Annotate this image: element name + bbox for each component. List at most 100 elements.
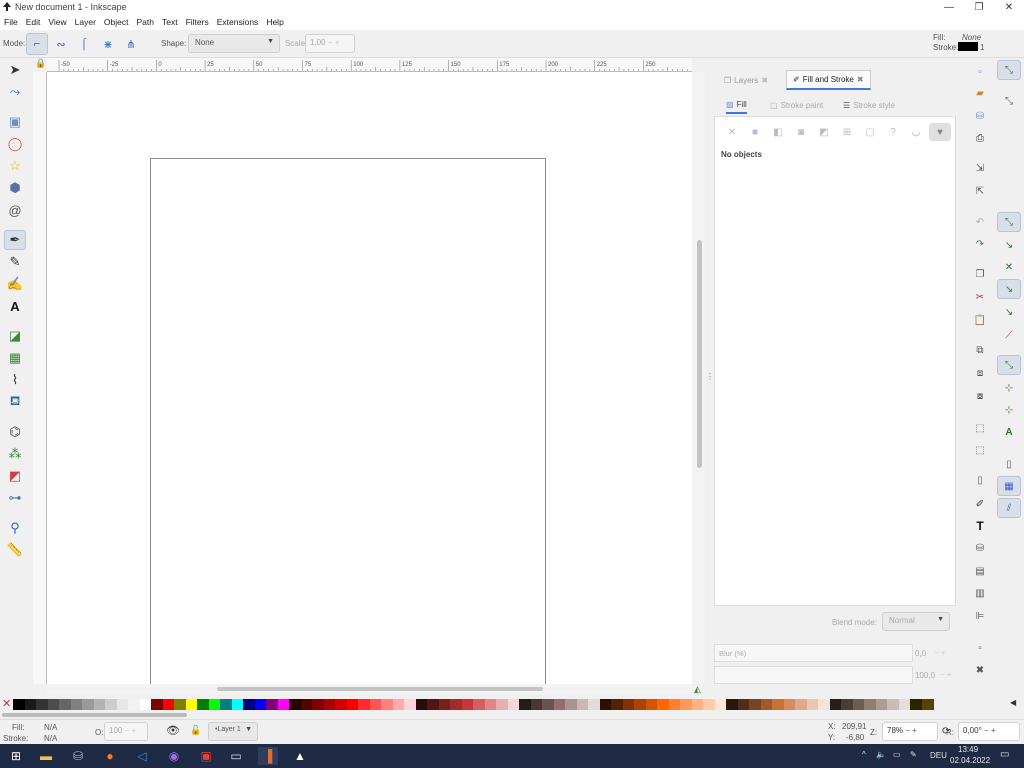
- taskbar-app-6[interactable]: ▣: [196, 747, 216, 765]
- color-swatch[interactable]: [461, 699, 474, 710]
- layers-button[interactable]: ⛁: [972, 540, 988, 556]
- menu-file[interactable]: File: [0, 15, 22, 30]
- dropper-tool[interactable]: ⌇: [4, 370, 26, 390]
- color-swatch[interactable]: [898, 699, 911, 710]
- cut-button[interactable]: ✂: [972, 289, 988, 305]
- volume-icon[interactable]: 🔈: [876, 750, 886, 759]
- text-font-button[interactable]: T: [972, 518, 988, 534]
- duplicate-button[interactable]: ⧉: [972, 342, 988, 358]
- document-properties-button[interactable]: ▥: [972, 585, 988, 601]
- color-swatch[interactable]: [680, 699, 692, 710]
- flat-color-button[interactable]: ■: [746, 123, 764, 141]
- tray-overflow-icon[interactable]: ^: [862, 750, 866, 759]
- spiro-mode-button[interactable]: ∾: [50, 33, 72, 55]
- color-swatch[interactable]: [392, 699, 405, 710]
- close-button[interactable]: ✕: [994, 0, 1024, 15]
- subtab-stroke-style[interactable]: ☰ Stroke style: [843, 96, 895, 114]
- rotate-input[interactable]: 0,00° − +: [958, 722, 1020, 741]
- color-swatch[interactable]: [438, 699, 451, 710]
- drawing-canvas[interactable]: [47, 72, 692, 684]
- zoom-tool[interactable]: ⚲: [4, 518, 26, 538]
- color-swatch[interactable]: [634, 699, 646, 710]
- color-swatch[interactable]: [806, 699, 819, 710]
- pattern-button[interactable]: ⊞: [838, 123, 856, 141]
- clone-button[interactable]: ⧈: [972, 365, 988, 381]
- color-swatch[interactable]: [185, 699, 198, 710]
- color-swatch[interactable]: [507, 699, 520, 710]
- color-swatch[interactable]: [726, 699, 738, 710]
- connector-tool[interactable]: ⊶: [4, 488, 26, 508]
- opacity-slider[interactable]: [714, 666, 913, 684]
- open-button[interactable]: ▰: [972, 85, 988, 101]
- undo-button[interactable]: ↶: [972, 214, 988, 230]
- color-swatch[interactable]: [151, 699, 163, 710]
- scale-input[interactable]: 1,00 − +: [305, 34, 355, 53]
- network-icon[interactable]: ▭: [893, 750, 901, 759]
- color-swatch[interactable]: [24, 699, 37, 710]
- color-swatch[interactable]: [599, 699, 612, 710]
- clock-date[interactable]: 02.04.2022: [950, 756, 990, 765]
- color-swatch[interactable]: [910, 699, 922, 710]
- menu-filters[interactable]: Filters: [182, 15, 213, 30]
- color-swatch[interactable]: [852, 699, 865, 710]
- snap-cusp-toggle[interactable]: ↘: [997, 279, 1021, 299]
- text-tool[interactable]: A: [4, 296, 26, 316]
- snap-intersections-toggle[interactable]: ✕: [997, 257, 1021, 277]
- menu-path[interactable]: Path: [132, 15, 158, 30]
- bezier-mode-button[interactable]: ⌐: [26, 33, 48, 55]
- node-tool[interactable]: ⤳: [4, 82, 26, 102]
- status-opacity-input[interactable]: 100 − +: [104, 722, 148, 741]
- paste-button[interactable]: 📋: [972, 312, 988, 328]
- gradient-tool[interactable]: ◪: [4, 326, 26, 346]
- pen-tool[interactable]: ✒: [4, 230, 26, 250]
- zigzag-mode-button[interactable]: ⋇: [97, 33, 119, 55]
- print-preview-button[interactable]: ▫: [972, 640, 988, 656]
- subtab-fill[interactable]: ▨ Fill: [726, 96, 747, 114]
- no-paint-button[interactable]: ✕: [723, 123, 741, 141]
- minimize-button[interactable]: —: [934, 0, 964, 15]
- close-icon[interactable]: ✖: [761, 76, 768, 85]
- horizontal-scrollbar[interactable]: [47, 684, 692, 694]
- color-swatch[interactable]: [346, 699, 359, 710]
- color-swatch[interactable]: [887, 699, 899, 710]
- taskbar-inkscape[interactable]: ▲: [290, 747, 310, 765]
- color-swatch[interactable]: [519, 699, 531, 710]
- color-swatch[interactable]: [415, 699, 428, 710]
- color-swatch[interactable]: [197, 699, 209, 710]
- taskbar-file-explorer[interactable]: ▬: [36, 747, 56, 765]
- color-swatch[interactable]: [174, 699, 186, 710]
- color-swatch[interactable]: [588, 699, 600, 710]
- menu-object[interactable]: Object: [100, 15, 133, 30]
- menu-edit[interactable]: Edit: [22, 15, 45, 30]
- edit-fill-stroke-button[interactable]: ✐: [972, 496, 988, 512]
- palette-scrollbar[interactable]: [0, 711, 1024, 719]
- current-layer-select[interactable]: •Layer 1 ▼: [208, 722, 258, 741]
- taskbar-app-8[interactable]: ▐: [258, 747, 278, 765]
- color-swatch[interactable]: [59, 699, 71, 710]
- pencil-tool[interactable]: ✎: [4, 252, 26, 272]
- notifications-icon[interactable]: ▭: [1000, 749, 1009, 760]
- snap-text-baseline-toggle[interactable]: A: [997, 422, 1021, 442]
- objects-button[interactable]: ▤: [972, 563, 988, 579]
- subtab-stroke-paint[interactable]: ▢ Stroke paint: [770, 96, 823, 114]
- color-swatch[interactable]: [70, 699, 83, 710]
- close-icon[interactable]: ✖: [857, 75, 864, 84]
- color-swatch[interactable]: [404, 699, 416, 710]
- color-swatch[interactable]: [645, 699, 658, 710]
- new-document-button[interactable]: ▫: [972, 64, 988, 80]
- color-swatch[interactable]: [93, 699, 106, 710]
- color-swatch[interactable]: [162, 699, 175, 710]
- taskbar-terminal[interactable]: ▭: [226, 747, 246, 765]
- stroke-color-swatch[interactable]: [958, 42, 978, 51]
- color-swatch[interactable]: [450, 699, 462, 710]
- taskbar-vscode[interactable]: ◁: [132, 747, 152, 765]
- taskbar-firefox[interactable]: ●: [100, 747, 120, 765]
- layer-lock-toggle[interactable]: 🔓: [190, 725, 201, 736]
- swatch-button[interactable]: ▢: [861, 123, 879, 141]
- tweak-tool[interactable]: ⌬: [4, 422, 26, 442]
- color-swatch[interactable]: [47, 699, 60, 710]
- color-swatch[interactable]: [841, 699, 853, 710]
- vertical-scroll-thumb[interactable]: [697, 240, 702, 468]
- color-swatch[interactable]: [657, 699, 669, 710]
- snap-grid-toggle[interactable]: ▦: [997, 476, 1021, 496]
